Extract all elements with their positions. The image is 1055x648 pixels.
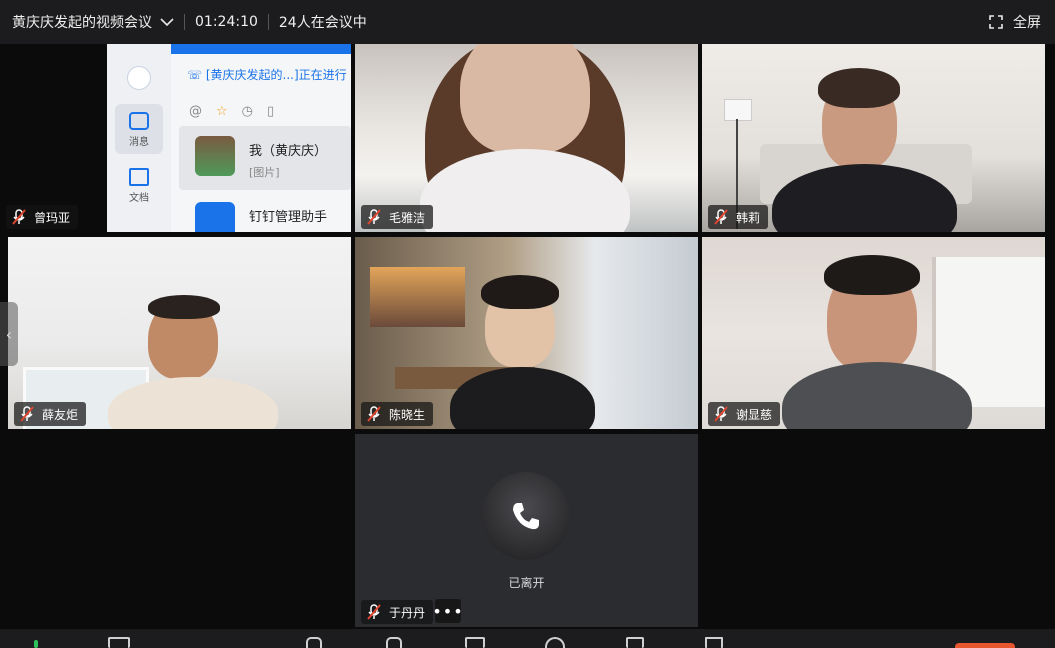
- participant-tag: 薛友炬: [14, 402, 87, 426]
- meeting-duration: 01:24:10: [195, 14, 258, 30]
- video-tile[interactable]: 已离开 于丹丹 •••: [355, 434, 698, 627]
- participant-tag: 韩莉: [708, 205, 769, 229]
- camera-icon[interactable]: [108, 637, 130, 648]
- participant-name: 薛友炬: [42, 407, 79, 422]
- meeting-notice[interactable]: ☏ [黄庆庆发起的...]正在进行: [187, 66, 347, 83]
- bottom-toolbar: [0, 629, 1055, 648]
- rail-item-docs[interactable]: 文档: [115, 160, 163, 210]
- participant-tag: 毛雅洁: [361, 205, 434, 229]
- participant-name: 曾玛亚: [34, 210, 71, 225]
- participant-tag: 谢显慈: [708, 402, 781, 426]
- video-tile[interactable]: 陈晓生: [355, 237, 698, 429]
- fullscreen-button[interactable]: 全屏: [989, 0, 1041, 44]
- chat-item-selected[interactable]: 我（黄庆庆） [图片]: [179, 126, 351, 190]
- divider: [267, 14, 269, 30]
- org-logo-icon: [127, 66, 151, 90]
- mic-muted-icon: [12, 209, 26, 225]
- filter-tabs: @ ☆ ◷ ▯: [189, 104, 274, 119]
- interact-icon[interactable]: [626, 637, 644, 648]
- participant-tag: 陈晓生: [361, 402, 434, 426]
- participant-name: 陈晓生: [389, 407, 426, 422]
- chevron-down-icon: [160, 18, 174, 27]
- meeting-title-dropdown[interactable]: 黄庆庆发起的视频会议: [12, 12, 174, 32]
- mic-muted-icon: [367, 406, 381, 422]
- rail-label: 文档: [129, 193, 149, 204]
- end-meeting-button[interactable]: [955, 643, 1015, 648]
- video-tile[interactable]: 薛友炬: [8, 237, 351, 429]
- meeting-topbar: 黄庆庆发起的视频会议 01:24:10 24人在会议中 全屏: [0, 0, 1055, 44]
- avatar: [195, 136, 235, 176]
- record-icon[interactable]: [545, 637, 565, 648]
- mic-muted-icon: [20, 406, 34, 422]
- rail-label: 消息: [129, 137, 149, 148]
- clock-icon[interactable]: ◷: [242, 104, 253, 119]
- layout-icon[interactable]: [705, 637, 723, 648]
- meeting-title: 黄庆庆发起的视频会议: [12, 15, 152, 31]
- chat-name: 我（黄庆庆）: [249, 144, 328, 159]
- share-screen-icon[interactable]: [465, 637, 485, 648]
- participant-name: 于丹丹: [389, 605, 426, 620]
- mic-muted-icon: [714, 209, 728, 225]
- participant-tag: 曾玛亚: [6, 205, 79, 229]
- shared-screen: 消息 文档 ☏ [黄庆庆发起的...]正在进行 @ ☆ ◷ ▯ 我（黄庆庆） […: [107, 44, 351, 232]
- chat-item[interactable]: 钉钉管理助手: [179, 194, 351, 232]
- invite-icon[interactable]: [386, 637, 402, 648]
- fullscreen-label: 全屏: [1013, 15, 1041, 31]
- previous-page-button[interactable]: ‹: [0, 302, 18, 366]
- mic-muted-icon: [367, 209, 381, 225]
- participant-name: 韩莉: [736, 210, 761, 225]
- chat-preview: [图片]: [249, 166, 280, 179]
- participant-name: 毛雅洁: [389, 210, 426, 225]
- chat-name: 钉钉管理助手: [249, 210, 328, 225]
- chevron-left-icon: ‹: [5, 324, 13, 344]
- bookmark-icon[interactable]: ▯: [267, 104, 274, 119]
- video-tile[interactable]: 谢显慈: [702, 237, 1045, 429]
- document-icon: [129, 168, 149, 186]
- phone-icon: ☏: [187, 68, 206, 82]
- meeting-notice-text: [黄庆庆发起的...]正在进行: [205, 68, 347, 82]
- caller-avatar: [482, 472, 570, 560]
- participant-tag: 于丹丹: [361, 600, 434, 624]
- star-icon[interactable]: ☆: [216, 104, 228, 119]
- video-tile[interactable]: 毛雅洁: [355, 44, 698, 232]
- message-icon: [129, 112, 149, 130]
- mic-muted-icon: [367, 604, 381, 620]
- phone-icon: [513, 503, 539, 530]
- mic-icon[interactable]: [34, 640, 38, 648]
- mic-muted-icon: [714, 406, 728, 422]
- more-options-button[interactable]: •••: [432, 599, 463, 623]
- status-text: 已离开: [508, 576, 545, 590]
- participant-name: 谢显慈: [736, 407, 773, 422]
- fullscreen-icon: [989, 15, 1003, 29]
- assistant-avatar: [195, 202, 235, 232]
- video-tile[interactable]: 韩莉: [702, 44, 1045, 232]
- mention-icon[interactable]: @: [189, 104, 202, 119]
- divider: [184, 14, 185, 30]
- participant-count: 24人在会议中: [278, 15, 367, 31]
- participants-icon[interactable]: [306, 637, 322, 648]
- rail-item-messages[interactable]: 消息: [115, 104, 163, 154]
